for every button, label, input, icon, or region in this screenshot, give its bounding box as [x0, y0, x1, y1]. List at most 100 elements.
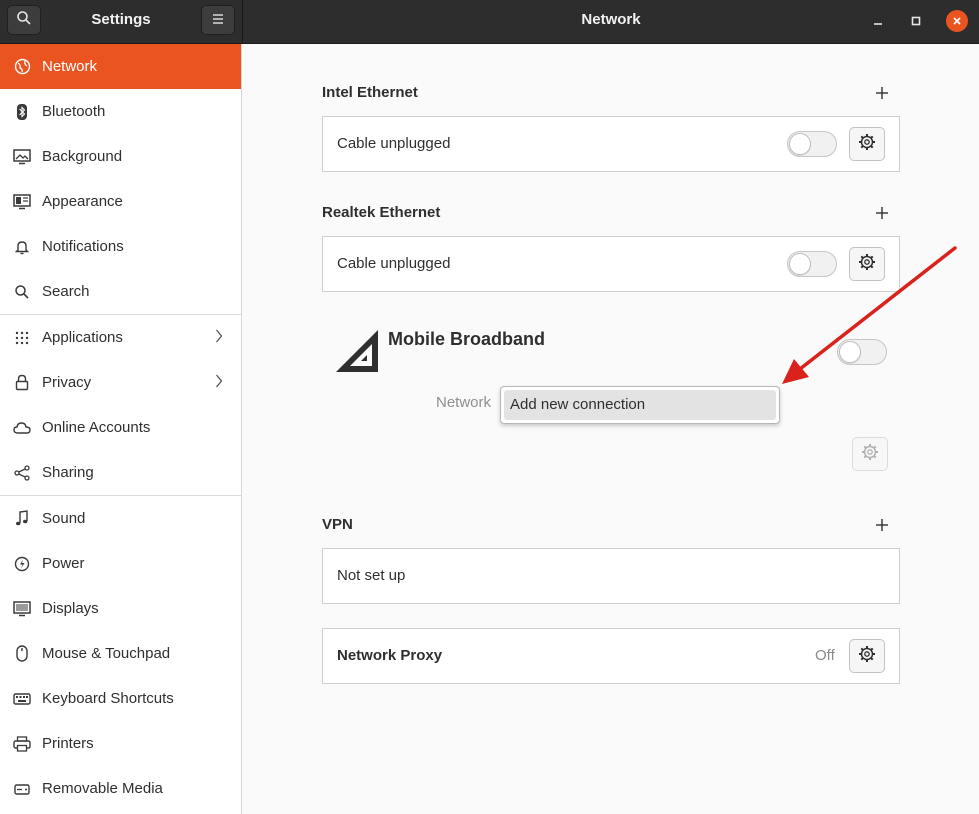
close-button[interactable] — [946, 10, 968, 32]
realtek-ethernet-title: Realtek Ethernet — [322, 204, 441, 221]
minimize-button[interactable] — [867, 10, 889, 32]
plus-icon — [875, 515, 889, 537]
sidebar-item-printers[interactable]: Printers — [0, 721, 241, 766]
maximize-icon — [911, 14, 921, 29]
mobile-network-label: Network — [436, 394, 492, 411]
sidebar-item-search[interactable]: Search — [0, 269, 241, 314]
sidebar-item-label: Online Accounts — [42, 419, 151, 436]
mouse-icon — [13, 645, 31, 663]
sidebar-item-label: Appearance — [42, 193, 123, 210]
sidebar-item-label: Bluetooth — [42, 103, 106, 120]
realtek-ethernet-toggle[interactable] — [787, 251, 837, 277]
toggle-knob — [789, 253, 811, 275]
close-icon — [952, 14, 962, 29]
add-intel-connection-button[interactable] — [874, 86, 890, 102]
sidebar-item-displays[interactable]: Displays — [0, 586, 241, 631]
network-proxy-settings-button[interactable] — [849, 639, 885, 673]
gear-icon — [861, 443, 879, 465]
sidebar-item-bluetooth[interactable]: Bluetooth — [0, 89, 241, 134]
gear-icon — [858, 645, 876, 667]
realtek-ethernet-status: Cable unplugged — [337, 255, 451, 272]
add-new-connection-option[interactable]: Add new connection — [504, 390, 776, 420]
add-vpn-button[interactable] — [874, 518, 890, 534]
intel-ethernet-status: Cable unplugged — [337, 135, 451, 152]
sidebar-item-label: Printers — [42, 735, 94, 752]
sidebar-item-label: Privacy — [42, 374, 92, 391]
vpn-title: VPN — [322, 516, 353, 533]
lock-icon — [13, 374, 31, 392]
sidebar-item-label: Mouse & Touchpad — [42, 645, 171, 662]
sidebar-item-label: Sharing — [42, 464, 94, 481]
sidebar-item-label: Sound — [42, 510, 86, 527]
network-proxy-title: Network Proxy — [337, 647, 443, 664]
sidebar-item-power[interactable]: Power — [0, 541, 241, 586]
printer-icon — [13, 735, 31, 753]
network-proxy-card[interactable]: Network Proxy Off — [322, 628, 900, 684]
mobile-broadband-settings-button[interactable] — [852, 437, 888, 471]
music-note-icon — [13, 510, 31, 528]
search-icon — [13, 283, 31, 301]
sidebar-item-label: Search — [42, 283, 90, 300]
realtek-ethernet-settings-button[interactable] — [849, 247, 885, 281]
mobile-broadband-toggle[interactable] — [837, 339, 887, 365]
share-icon — [13, 464, 31, 482]
sidebar-item-label: Displays — [42, 600, 99, 617]
toggle-knob — [789, 133, 811, 155]
sidebar-item-keyboard-shortcuts[interactable]: Keyboard Shortcuts — [0, 676, 241, 721]
sidebar: Network Bluetooth Background Appearance … — [0, 44, 242, 814]
sidebar-item-removable-media[interactable]: Removable Media — [0, 766, 241, 811]
cloud-icon — [13, 419, 31, 437]
sidebar-item-label: Background — [42, 148, 123, 165]
sidebar-item-appearance[interactable]: Appearance — [0, 179, 241, 224]
realtek-ethernet-card: Cable unplugged — [322, 236, 900, 292]
sidebar-item-label: Keyboard Shortcuts — [42, 690, 174, 707]
hamburger-icon — [212, 12, 224, 29]
bell-icon — [13, 238, 31, 256]
intel-ethernet-title: Intel Ethernet — [322, 84, 418, 101]
sidebar-item-label: Power — [42, 555, 85, 572]
intel-ethernet-settings-button[interactable] — [849, 127, 885, 161]
sidebar-item-mouse-touchpad[interactable]: Mouse & Touchpad — [0, 631, 241, 676]
bluetooth-icon — [13, 103, 31, 121]
sidebar-item-label: Removable Media — [42, 780, 163, 797]
main-panel: Intel Ethernet Cable unplugged Realtek E… — [243, 44, 979, 814]
keyboard-icon — [13, 690, 31, 708]
network-icon — [13, 58, 31, 76]
display-icon — [13, 600, 31, 618]
intel-ethernet-toggle[interactable] — [787, 131, 837, 157]
intel-ethernet-card: Cable unplugged — [322, 116, 900, 172]
chevron-right-icon — [215, 374, 223, 392]
maximize-button[interactable] — [905, 10, 927, 32]
sidebar-item-label: Applications — [42, 329, 123, 346]
background-icon — [13, 148, 31, 166]
sidebar-item-online-accounts[interactable]: Online Accounts — [0, 405, 241, 450]
plus-icon — [875, 203, 889, 225]
sidebar-item-background[interactable]: Background — [0, 134, 241, 179]
menu-button[interactable] — [201, 5, 235, 35]
gear-icon — [858, 253, 876, 275]
apps-grid-icon — [13, 329, 31, 347]
mobile-network-dropdown[interactable]: Add new connection — [500, 386, 780, 424]
add-realtek-connection-button[interactable] — [874, 206, 890, 222]
power-icon — [13, 555, 31, 573]
network-proxy-state: Off — [815, 647, 835, 664]
sidebar-item-label: Network — [42, 58, 98, 75]
sidebar-item-applications[interactable]: Applications — [0, 315, 241, 360]
toggle-knob — [839, 341, 861, 363]
plus-icon — [875, 83, 889, 105]
mobile-broadband-icon — [334, 328, 380, 374]
mobile-broadband-title: Mobile Broadband — [388, 329, 545, 349]
vpn-card: Not set up — [322, 548, 900, 604]
vpn-status: Not set up — [337, 567, 406, 584]
sidebar-item-privacy[interactable]: Privacy — [0, 360, 241, 405]
sidebar-item-label: Notifications — [42, 238, 124, 255]
sidebar-item-notifications[interactable]: Notifications — [0, 224, 241, 269]
minimize-icon — [873, 14, 883, 29]
gear-icon — [858, 133, 876, 155]
sidebar-item-sharing[interactable]: Sharing — [0, 450, 241, 495]
appearance-icon — [13, 193, 31, 211]
header-bar: Settings Network — [0, 0, 979, 44]
sidebar-item-sound[interactable]: Sound — [0, 496, 241, 541]
sidebar-item-network[interactable]: Network — [0, 44, 241, 89]
chevron-right-icon — [215, 329, 223, 347]
